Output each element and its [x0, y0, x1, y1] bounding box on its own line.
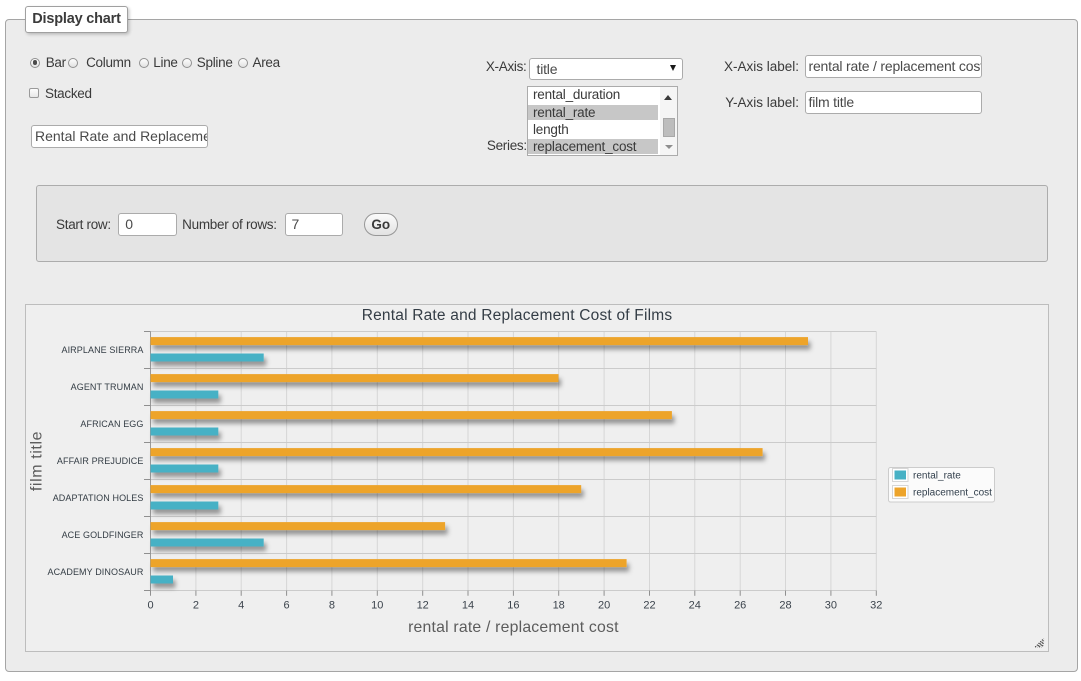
svg-text:2: 2 — [193, 600, 199, 612]
svg-text:replacement_cost: replacement_cost — [913, 488, 992, 499]
svg-text:AGENT TRUMAN: AGENT TRUMAN — [71, 382, 144, 392]
svg-text:12: 12 — [417, 600, 429, 612]
svg-text:22: 22 — [643, 600, 655, 612]
svg-text:8: 8 — [329, 600, 335, 612]
svg-text:ADAPTATION HOLES: ADAPTATION HOLES — [53, 493, 144, 503]
svg-text:4: 4 — [238, 600, 244, 612]
svg-text:30: 30 — [825, 600, 837, 612]
svg-text:24: 24 — [689, 600, 701, 612]
svg-text:10: 10 — [371, 600, 383, 612]
svg-text:AFFAIR PREJUDICE: AFFAIR PREJUDICE — [57, 456, 144, 466]
svg-text:20: 20 — [598, 600, 610, 612]
svg-text:rental_rate: rental_rate — [913, 471, 961, 482]
svg-text:ACADEMY DINOSAUR: ACADEMY DINOSAUR — [48, 567, 144, 577]
svg-text:AFRICAN EGG: AFRICAN EGG — [80, 419, 143, 429]
svg-text:6: 6 — [284, 600, 290, 612]
svg-text:28: 28 — [779, 600, 791, 612]
svg-text:16: 16 — [507, 600, 519, 612]
svg-text:film title: film title — [29, 431, 46, 491]
svg-text:ACE GOLDFINGER: ACE GOLDFINGER — [62, 530, 144, 540]
svg-text:0: 0 — [147, 600, 153, 612]
svg-text:18: 18 — [553, 600, 565, 612]
svg-text:AIRPLANE SIERRA: AIRPLANE SIERRA — [61, 345, 143, 355]
svg-text:32: 32 — [870, 600, 882, 612]
svg-text:14: 14 — [462, 600, 474, 612]
svg-text:Rental Rate and Replacement Co: Rental Rate and Replacement Cost of Film… — [362, 307, 673, 324]
svg-text:26: 26 — [734, 600, 746, 612]
svg-text:rental rate / replacement cost: rental rate / replacement cost — [408, 619, 619, 636]
